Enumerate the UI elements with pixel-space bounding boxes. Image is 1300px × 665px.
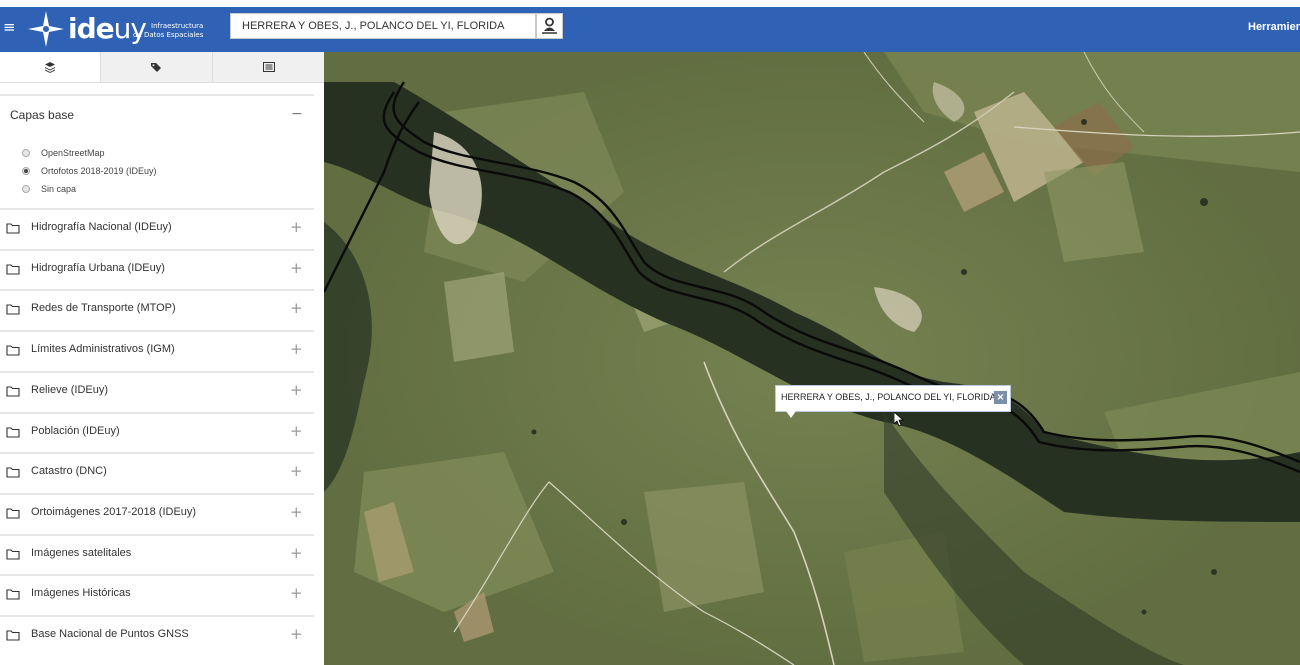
expand-icon[interactable]: + [290,381,303,399]
layer-group-item[interactable]: Ortoimágenes 2017-2018 (IDEuy) + [0,492,314,533]
expand-icon[interactable]: + [290,544,303,562]
expand-icon[interactable]: + [290,340,303,358]
layer-group-label: Imágenes satelitales [31,546,132,559]
tags-icon [151,62,161,72]
layer-group-label: Redes de Transporte (MTOP) [31,302,176,315]
logo-subtitle-line2: de Datos Espaciales [133,31,204,39]
layer-group-item[interactable]: Relieve (IDEuy) + [0,370,314,411]
layer-group-item[interactable]: Hidrografía Nacional (IDEuy) + [0,208,314,248]
popup-address: HERRERA Y OBES, J., POLANCO DEL YI, FLOR… [781,392,996,402]
radio-button[interactable] [22,149,30,157]
layer-group-label: Base Nacional de Puntos GNSS [31,628,189,640]
base-option-label: Sin capa [41,184,77,194]
layer-group-item[interactable]: Límites Administrativos (IGM) + [0,330,314,370]
mouse-cursor-icon [894,412,904,427]
layer-group-label: Población (IDEuy) [31,424,120,437]
layer-group-item[interactable]: Base Nacional de Puntos GNSS + [0,615,314,655]
layers-icon [45,62,55,73]
tabs-divider [0,82,324,83]
expand-icon[interactable]: + [290,299,303,317]
base-option-label: OpenStreetMap [41,148,105,158]
layer-group-label: Catastro (DNC) [31,465,107,478]
folder-icon [6,426,20,438]
map-pin-person-icon [542,17,557,34]
top-bar: ≡ ideuy Infraestructura de Datos Espacia… [0,0,1300,52]
sidebar: Capas base − OpenStreetMap Ortofotos 201… [0,52,324,665]
layer-group-item[interactable]: Población (IDEuy) + [0,411,314,452]
base-option-ortofotos[interactable]: Ortofotos 2018-2019 (IDEuy) [22,162,222,180]
layer-group-label: Límites Administrativos (IGM) [31,343,175,356]
expand-icon[interactable]: + [290,503,303,521]
expand-icon[interactable]: + [290,584,303,602]
folder-icon [6,467,20,478]
folder-icon [6,630,20,641]
base-layers-group: Capas base − OpenStreetMap Ortofotos 201… [0,94,314,210]
location-popup: HERRERA Y OBES, J., POLANCO DEL YI, FLOR… [775,385,1011,418]
base-option-none[interactable]: Sin capa [22,180,222,198]
expand-icon[interactable]: + [290,625,303,643]
tab-list[interactable] [213,52,324,82]
expand-icon[interactable]: + [290,422,303,440]
menu-icon[interactable]: ≡ [3,17,16,37]
layer-group-item[interactable]: Imágenes Históricas + [0,574,314,614]
layer-group-label: Ortoimágenes 2017-2018 (IDEuy) [31,505,197,518]
layer-group-item[interactable]: Catastro (DNC) + [0,452,314,492]
layer-group-item[interactable]: Imágenes satelitales + [0,533,314,574]
folder-icon [6,508,20,519]
search-input[interactable]: HERRERA Y OBES, J., POLANCO DEL YI, FLOR… [230,13,536,39]
locate-search-button[interactable] [536,13,563,39]
folder-icon [6,223,20,234]
folder-icon [6,386,20,397]
expand-icon[interactable]: + [290,259,303,277]
radio-button-checked[interactable] [22,167,30,175]
logo[interactable]: ideuy Infraestructura de Datos Espaciale… [26,9,206,49]
expand-icon[interactable]: + [290,218,303,236]
logo-subtitle-line1: Infraestructura [151,22,204,30]
list-icon [262,62,275,72]
expand-icon[interactable]: + [290,462,303,480]
layer-group-label: Hidrografía Nacional (IDEuy) [31,221,172,233]
popup-pointer [786,411,796,418]
close-icon[interactable]: × [994,391,1007,404]
base-option-osm[interactable]: OpenStreetMap [22,144,222,162]
collapse-icon[interactable]: − [291,106,303,122]
radio-button[interactable] [22,185,30,193]
layer-group-label: Imágenes Históricas [31,587,131,600]
layer-group-label: Relieve (IDEuy) [31,383,109,396]
layer-group-label: Hidrografía Urbana (IDEuy) [31,261,165,274]
base-layers-title[interactable]: Capas base [10,108,74,122]
folder-icon [6,304,20,315]
tab-tags[interactable] [101,52,212,82]
logo-subtitle: Infraestructura de Datos Espaciales [133,22,203,40]
base-option-label: Ortofotos 2018-2019 (IDEuy) [41,166,157,176]
satellite-imagery[interactable] [324,52,1300,665]
layer-group-item[interactable]: Hidrografía Urbana (IDEuy) + [0,248,314,289]
sidebar-tabs [0,52,324,83]
navbar: ≡ ideuy Infraestructura de Datos Espacia… [0,7,1300,52]
compass-logo-icon [28,11,64,47]
tools-menu[interactable]: Herramien [1248,21,1300,33]
folder-icon [6,549,20,560]
folder-icon [6,345,20,356]
map-view[interactable] [324,52,1300,665]
folder-icon [6,589,20,600]
folder-icon [6,264,20,275]
tab-layers[interactable] [0,52,100,82]
layer-group-item[interactable]: Redes de Transporte (MTOP) + [0,289,314,329]
